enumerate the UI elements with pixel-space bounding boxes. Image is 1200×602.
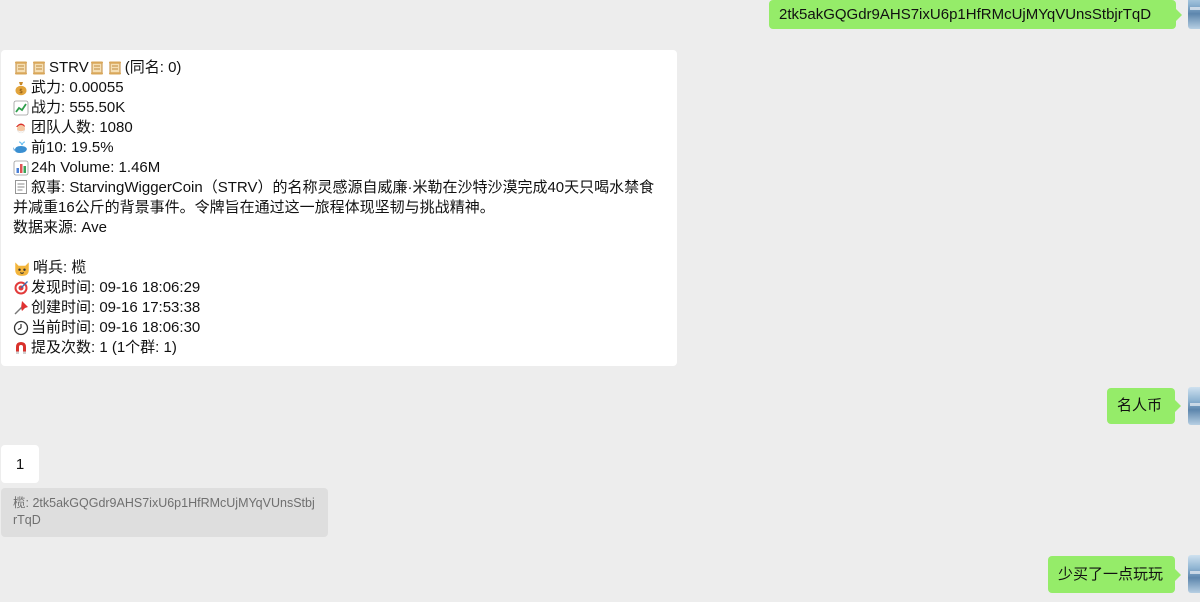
sent-message-address[interactable]: 2tk5akGQGdr9AHS7ixU6p1HfRMcUjMYqVUnsStbj… <box>769 0 1182 29</box>
magnet-icon <box>13 340 29 356</box>
sent-message-celebrity[interactable]: 名人币 <box>1107 388 1181 424</box>
clock-icon <box>13 320 29 336</box>
svg-text:$: $ <box>19 88 23 95</box>
sent-address-text: 2tk5akGQGdr9AHS7ixU6p1HfRMcUjMYqVUnsStbj… <box>779 5 1152 23</box>
received-message-one[interactable]: 1 <box>1 445 39 483</box>
card-spacer <box>13 238 665 258</box>
found-time-text: 发现时间: 09-16 18:06:29 <box>31 279 201 296</box>
scroll-icon <box>31 60 47 76</box>
card-line-volume: 24h Volume: 1.46M <box>13 158 665 178</box>
direct-hit-icon <box>13 280 29 296</box>
token-info-card[interactable]: STRV (同名: 0) $ 武力: 0.00055 战力: 555.50K 团… <box>1 50 677 366</box>
sentinel-text: 哨兵: 榄 <box>33 259 87 276</box>
team-size-value: 团队人数: 1080 <box>31 119 133 136</box>
money-bag-icon: $ <box>13 80 29 96</box>
card-line-found-time: 发现时间: 09-16 18:06:29 <box>13 278 665 298</box>
data-source-text: 数据来源: Ave <box>13 219 107 236</box>
bar-chart-icon <box>13 160 29 176</box>
santa-face-icon <box>13 120 29 136</box>
card-title-line: STRV (同名: 0) <box>13 58 665 78</box>
token-symbol: STRV <box>49 59 89 76</box>
wuli-value: 武力: 0.00055 <box>31 79 124 96</box>
top10-value: 前10: 19.5% <box>31 139 114 156</box>
card-line-mentions: 提及次数: 1 (1个群: 1) <box>13 338 665 358</box>
scroll-icon <box>89 60 105 76</box>
spouting-whale-icon <box>13 140 29 156</box>
card-line-team: 团队人数: 1080 <box>13 118 665 138</box>
created-time-text: 创建时间: 09-16 17:53:38 <box>31 299 201 316</box>
sent-buy-text: 少买了一点玩玩 <box>1058 565 1164 583</box>
user-avatar[interactable] <box>1188 0 1200 29</box>
chart-increasing-icon <box>13 100 29 116</box>
quoted-message-text: 榄: 2tk5akGQGdr9AHS7ixU6p1HfRMcUjMYqVUnsS… <box>13 496 315 527</box>
card-line-created-time: 创建时间: 09-16 17:53:38 <box>13 298 665 318</box>
scroll-icon <box>13 60 29 76</box>
mention-count-text: 提及次数: 1 (1个群: 1) <box>31 339 177 356</box>
card-line-current-time: 当前时间: 09-16 18:06:30 <box>13 318 665 338</box>
card-line-top10: 前10: 19.5% <box>13 138 665 158</box>
card-line-narrative: 叙事: StarvingWiggerCoin（STRV）的名称灵感源自威廉·米勒… <box>13 178 665 218</box>
current-time-text: 当前时间: 09-16 18:06:30 <box>31 319 201 336</box>
sent-message-buy[interactable]: 少买了一点玩玩 <box>1048 556 1181 593</box>
volume-value: 24h Volume: 1.46M <box>31 159 161 176</box>
sent-celebrity-text: 名人币 <box>1117 397 1163 414</box>
card-line-source: 数据来源: Ave <box>13 218 665 238</box>
user-avatar[interactable] <box>1188 555 1200 593</box>
quoted-message[interactable]: 榄: 2tk5akGQGdr9AHS7ixU6p1HfRMcUjMYqVUnsS… <box>1 488 328 537</box>
received-one-text: 1 <box>15 455 25 473</box>
user-avatar[interactable] <box>1188 387 1200 425</box>
cat-face-icon <box>13 259 31 277</box>
zhanli-value: 战力: 555.50K <box>31 99 126 116</box>
card-line-sentinel: 哨兵: 榄 <box>13 258 665 278</box>
same-name-count: (同名: 0) <box>124 59 182 76</box>
narrative-text: 叙事: StarvingWiggerCoin（STRV）的名称灵感源自威廉·米勒… <box>13 179 655 216</box>
memo-icon <box>13 179 29 195</box>
card-line-wuli: $ 武力: 0.00055 <box>13 78 665 98</box>
pushpin-icon <box>13 300 29 316</box>
scroll-icon <box>107 60 123 76</box>
card-line-zhanli: 战力: 555.50K <box>13 98 665 118</box>
